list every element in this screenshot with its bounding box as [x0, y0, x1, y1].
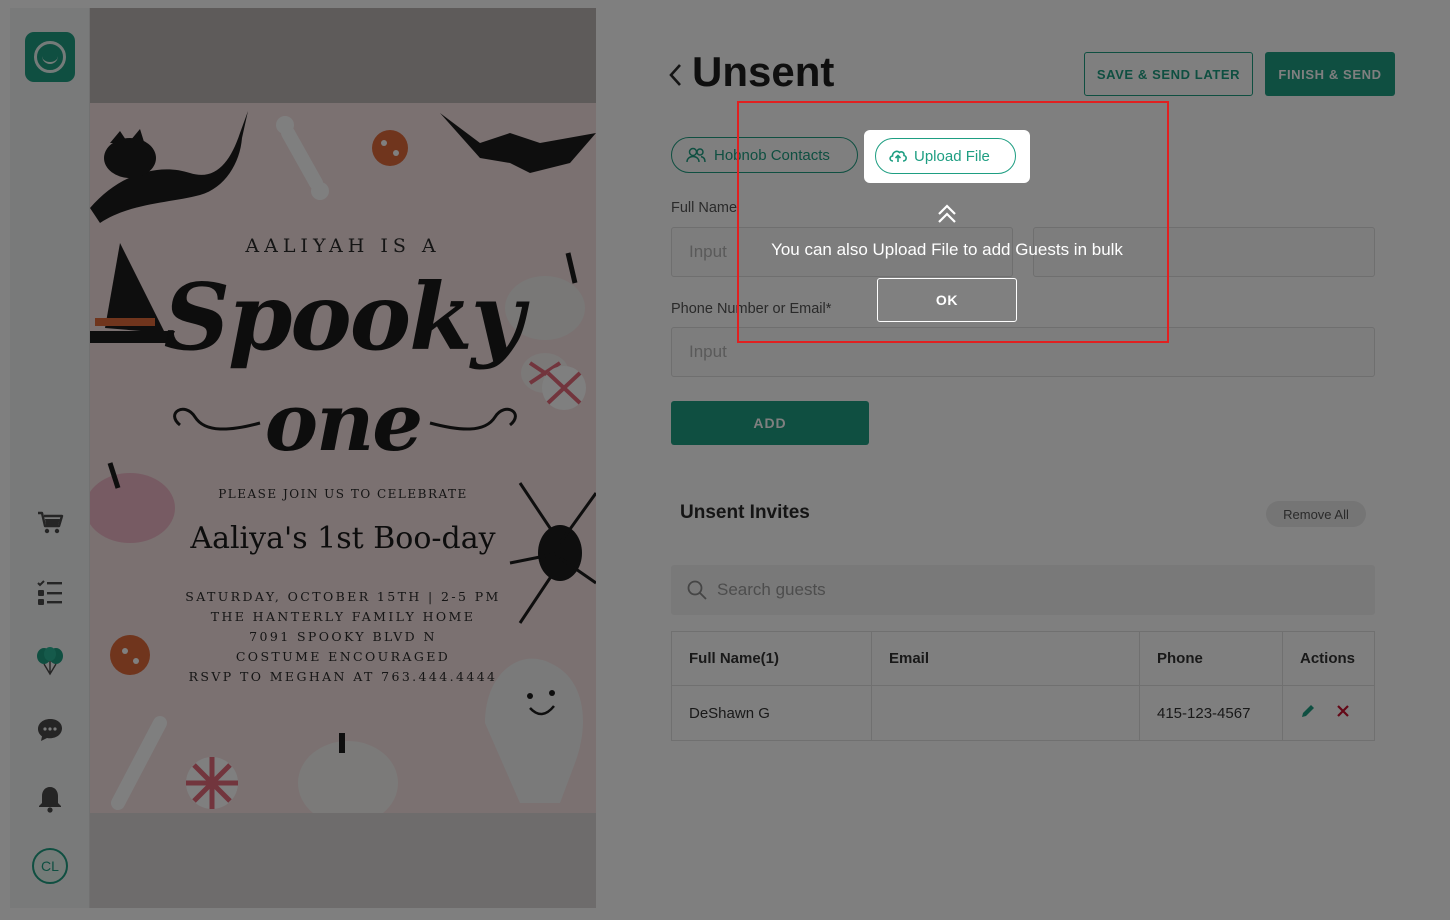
highlight-box — [737, 101, 1169, 343]
tutorial-overlay — [0, 0, 1450, 920]
